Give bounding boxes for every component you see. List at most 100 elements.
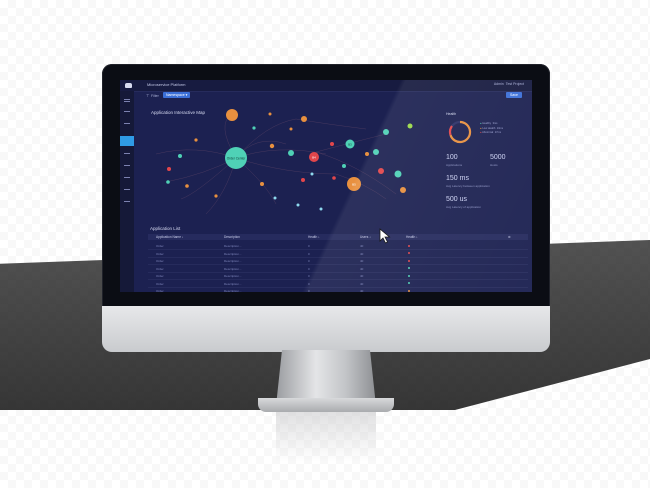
map-node[interactable] xyxy=(178,154,182,158)
nav-item-map-active[interactable] xyxy=(120,136,134,146)
status-dot xyxy=(408,289,410,292)
col-description[interactable]: Description xyxy=(224,235,240,239)
stats-panel: Health ● Healthy 3ms ● Low Health 10ms ●… xyxy=(440,112,528,228)
node-b3-label: B3 xyxy=(348,143,352,147)
map-node[interactable] xyxy=(296,203,300,207)
map-node-top[interactable] xyxy=(226,109,238,121)
cell-health: 0 xyxy=(308,289,310,292)
map-node[interactable] xyxy=(301,116,307,122)
top-bar: Microservice Platform Admin Test Project xyxy=(120,80,532,92)
map-node[interactable] xyxy=(288,150,294,156)
user-area[interactable]: Admin Test Project xyxy=(494,82,524,86)
node-b4-label: B4 xyxy=(312,156,316,160)
interactive-map[interactable]: Order Center B4 B3 B5 xyxy=(136,104,426,229)
cell-description: Description... xyxy=(224,244,242,248)
cell-users: 40 xyxy=(360,259,364,263)
status-dot xyxy=(408,244,410,247)
nav-item-alerts[interactable] xyxy=(124,175,130,179)
cell-health: 0 xyxy=(308,266,310,271)
save-button[interactable]: Save xyxy=(506,92,522,98)
central-node-label: Order Center xyxy=(227,157,247,161)
map-node[interactable] xyxy=(342,164,346,168)
cell-health: 0 xyxy=(308,281,310,286)
map-node[interactable] xyxy=(252,126,256,130)
cell-health: 0 xyxy=(308,274,310,278)
health-donut[interactable] xyxy=(446,118,474,146)
map-node[interactable] xyxy=(365,152,369,156)
latency-value: 150 ms xyxy=(446,175,469,182)
status-dot xyxy=(408,282,410,284)
status-dot xyxy=(408,267,410,269)
hosts-label: Hosts xyxy=(490,163,498,167)
cell-users: 40 xyxy=(360,274,364,278)
applications-label: Applications xyxy=(446,163,463,167)
cell-description: Description... xyxy=(224,281,242,286)
cell-description: Description... xyxy=(224,259,242,263)
nav-item-settings[interactable] xyxy=(124,187,130,191)
cell-description: Description... xyxy=(224,289,242,292)
status-dot xyxy=(408,252,410,254)
col-users[interactable]: Users ↓ xyxy=(360,235,371,239)
app-title: Microservice Platform xyxy=(147,82,186,87)
map-node[interactable] xyxy=(185,184,189,188)
side-nav xyxy=(120,91,134,292)
map-node[interactable] xyxy=(394,170,402,178)
nav-item-docs[interactable] xyxy=(124,199,130,203)
map-node[interactable] xyxy=(194,138,198,142)
hosts-value: 5000 xyxy=(490,154,506,161)
col-health[interactable]: Health ↓ xyxy=(308,235,320,239)
map-node[interactable] xyxy=(330,142,334,146)
cell-health: 0 xyxy=(308,244,310,248)
nav-item-services[interactable] xyxy=(124,151,130,155)
cell-description: Description... xyxy=(224,266,242,271)
map-node[interactable] xyxy=(167,167,171,171)
nav-item-overview[interactable] xyxy=(124,121,130,125)
map-node[interactable] xyxy=(268,112,272,116)
map-node[interactable] xyxy=(332,176,336,180)
status-dot xyxy=(408,274,410,277)
project-name[interactable]: Test Project xyxy=(506,82,524,86)
cell-users: 40 xyxy=(360,289,364,292)
map-node[interactable] xyxy=(378,168,384,174)
cell-users: 40 xyxy=(360,251,364,256)
table-row[interactable]: Order Description... 0 40 xyxy=(148,287,528,292)
col-application-name[interactable]: Application Name ↓ xyxy=(156,235,183,239)
map-node[interactable] xyxy=(166,180,170,184)
map-node[interactable] xyxy=(289,127,293,131)
cell-application-name: Order xyxy=(156,281,164,286)
map-node[interactable] xyxy=(260,182,264,186)
map-node[interactable] xyxy=(273,196,277,200)
nav-item-menu[interactable] xyxy=(124,97,130,102)
nav-item-home[interactable] xyxy=(124,109,130,113)
latency2-label: Avg Latency of application xyxy=(446,205,481,209)
nav-item-logs[interactable] xyxy=(124,163,130,167)
stand-reflection xyxy=(276,412,376,462)
cell-users: 40 xyxy=(360,244,364,248)
filter-label[interactable]: Filter xyxy=(151,94,159,98)
cell-description: Description... xyxy=(224,274,242,278)
table-title: Application List xyxy=(150,226,181,231)
cell-application-name: Order xyxy=(156,266,164,271)
dashboard-screen: Microservice Platform Admin Test Project… xyxy=(120,80,532,292)
map-node[interactable] xyxy=(269,143,275,149)
status-dot xyxy=(408,259,410,262)
map-node[interactable] xyxy=(319,207,323,211)
map-node[interactable] xyxy=(383,129,389,135)
donut-legend: ● Healthy 3ms ● Low Health 10ms ● Abnorm… xyxy=(480,122,504,134)
namespace-dropdown[interactable]: Namespace ▾ xyxy=(163,92,191,98)
map-node[interactable] xyxy=(400,187,406,193)
map-node[interactable] xyxy=(373,149,379,155)
map-node[interactable] xyxy=(407,123,413,129)
cell-description: Description... xyxy=(224,251,242,256)
col-status[interactable]: Health ↓ xyxy=(406,235,418,239)
filter-icon[interactable]: ⊤ xyxy=(146,93,149,98)
table-header: Application Name ↓ Description Health ↓ … xyxy=(148,234,528,240)
map-node[interactable] xyxy=(301,178,305,182)
monitor-chin xyxy=(102,306,550,352)
map-node[interactable] xyxy=(310,172,314,176)
cell-application-name: Order xyxy=(156,289,164,292)
applications-value: 100 xyxy=(446,154,458,161)
map-node[interactable] xyxy=(214,194,218,198)
settings-icon[interactable]: ⚙ xyxy=(508,235,511,239)
user-name[interactable]: Admin xyxy=(494,82,504,86)
